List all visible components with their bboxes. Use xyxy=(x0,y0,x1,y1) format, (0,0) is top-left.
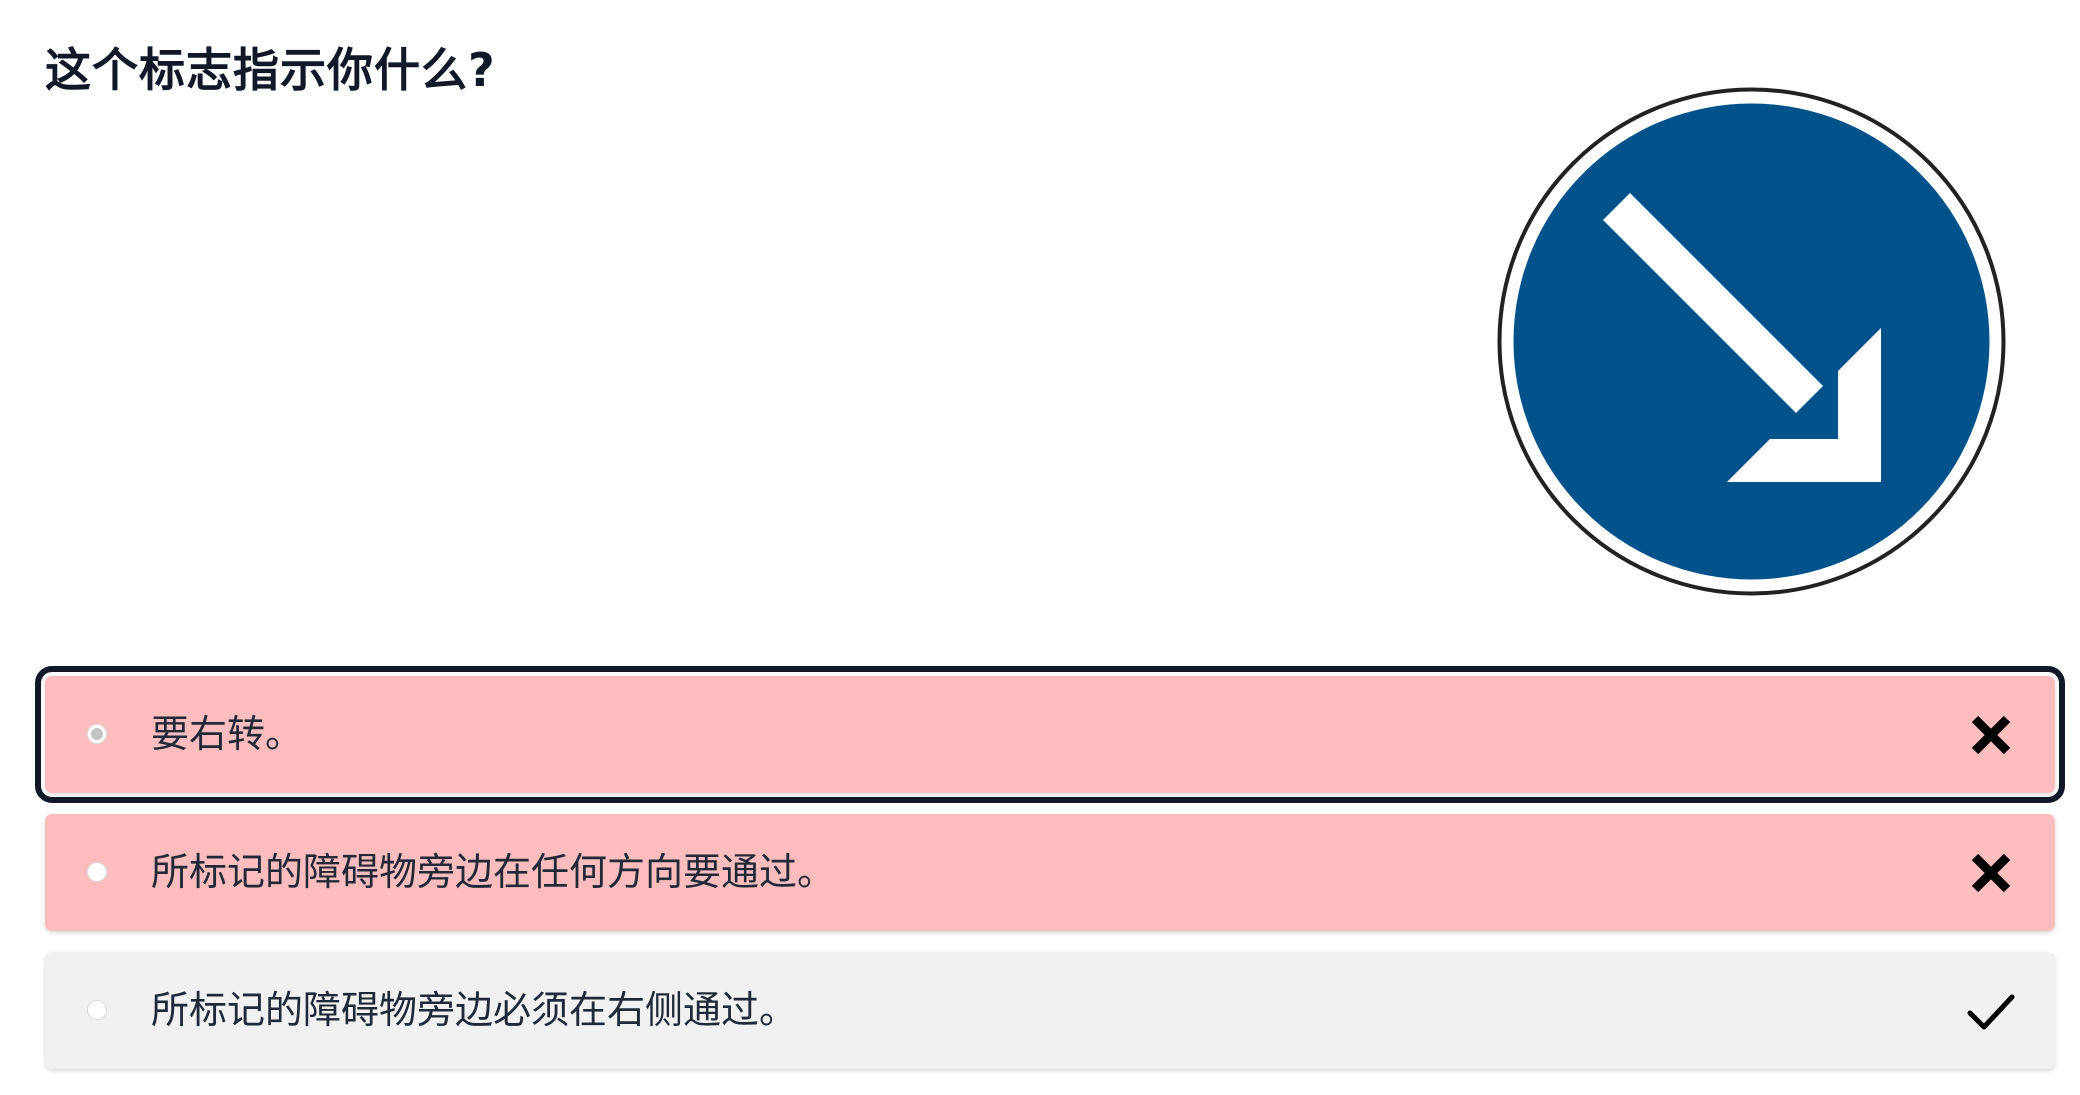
cross-icon xyxy=(1967,711,2015,759)
answer-option-2[interactable]: 所标记的障碍物旁边在任何方向要通过。 xyxy=(45,814,2055,931)
question-title: 这个标志指示你什么? xyxy=(45,43,496,97)
answer-label: 所标记的障碍物旁边在任何方向要通过。 xyxy=(151,850,836,894)
cross-icon xyxy=(1967,849,2015,897)
answer-label: 所标记的障碍物旁边必须在右侧通过。 xyxy=(151,988,798,1032)
checkmark-icon xyxy=(1967,987,2015,1035)
answer-radio[interactable] xyxy=(87,861,107,882)
answer-radio[interactable] xyxy=(87,999,107,1020)
answer-option-1[interactable]: 要右转。 xyxy=(35,666,2065,803)
answer-radio[interactable] xyxy=(87,723,107,744)
keep-right-arrow-icon xyxy=(1497,87,2006,596)
answer-option-3[interactable]: 所标记的障碍物旁边必须在右侧通过。 xyxy=(45,952,2055,1069)
road-sign-image xyxy=(1496,86,2007,597)
answer-list: 要右转。 所标记的障碍物旁边在任何方向要通过。 所标记的障碍物旁边必须在右侧通过… xyxy=(35,666,2065,1090)
answer-label: 要右转。 xyxy=(151,712,304,756)
